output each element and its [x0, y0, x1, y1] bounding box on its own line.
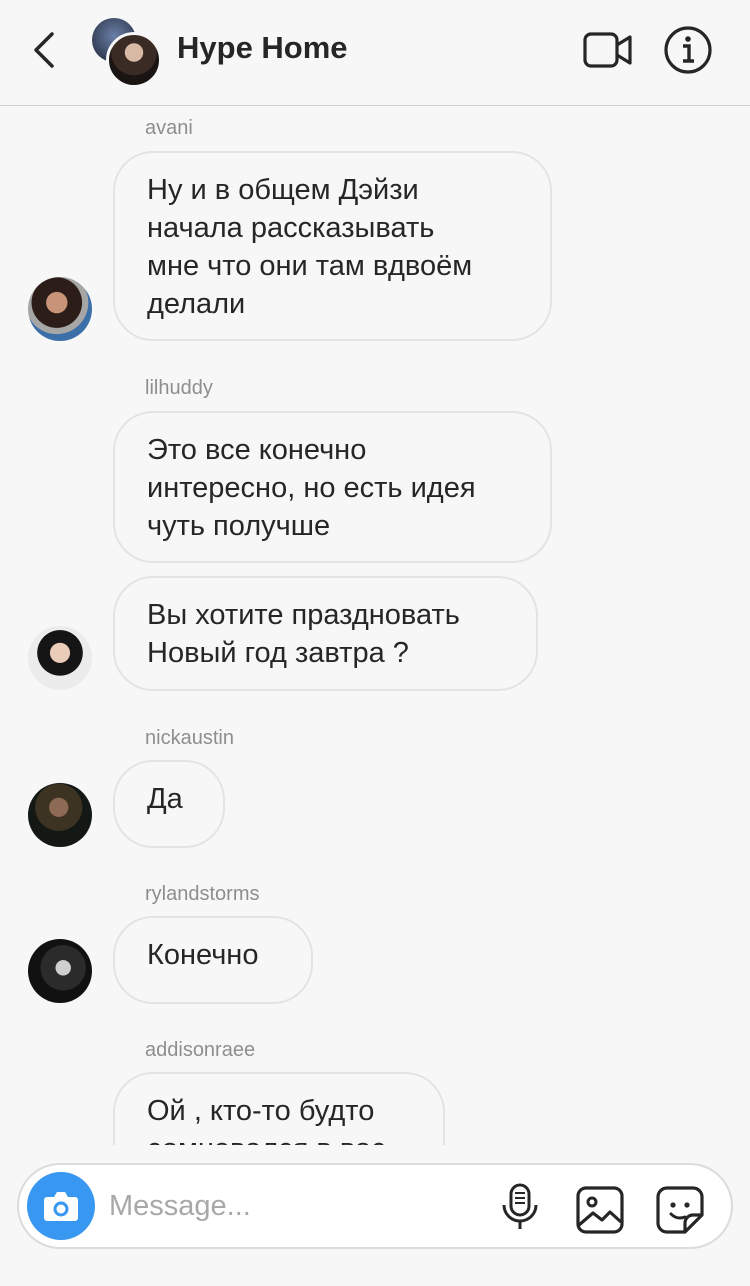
- chevron-left-icon: [34, 32, 54, 68]
- sticker-button[interactable]: [655, 1185, 705, 1235]
- message-sender: rylandstorms: [145, 883, 260, 905]
- voice-message-button[interactable]: [497, 1183, 543, 1233]
- info-icon: [664, 26, 712, 74]
- message-sender: lilhuddy: [145, 377, 213, 399]
- group-avatar[interactable]: [92, 18, 162, 88]
- video-camera-icon: [583, 32, 632, 68]
- back-button[interactable]: [26, 26, 66, 74]
- camera-button[interactable]: [27, 1172, 95, 1240]
- message-bubble[interactable]: Ну и в общем Дэйзи начала рассказывать м…: [113, 151, 552, 341]
- message-bubble[interactable]: Это все конечно интересно, но есть идея …: [113, 411, 552, 563]
- sender-avatar[interactable]: [28, 626, 92, 690]
- sender-avatar[interactable]: [28, 783, 92, 847]
- message-input[interactable]: [109, 1183, 469, 1229]
- sticker-icon: [656, 1186, 704, 1234]
- camera-icon: [44, 1192, 78, 1221]
- microphone-icon: [502, 1183, 538, 1229]
- group-avatar-front: [106, 32, 162, 88]
- message-bubble[interactable]: Ой , кто-то будто сомневался в вас: [113, 1072, 445, 1145]
- sender-avatar[interactable]: [28, 277, 92, 341]
- chat-header: Hype Home: [0, 0, 750, 106]
- message-bubble[interactable]: Да: [113, 760, 225, 848]
- image-gallery-icon: [576, 1186, 624, 1234]
- thread-title[interactable]: Hype Home: [177, 30, 348, 66]
- message-bubble[interactable]: Вы хотите праздновать Новый год завтра ?: [113, 576, 538, 691]
- message-composer: [17, 1163, 733, 1249]
- message-sender: addisonraee: [145, 1039, 256, 1061]
- gallery-button[interactable]: [575, 1185, 625, 1235]
- info-button[interactable]: [662, 24, 714, 76]
- video-call-button[interactable]: [582, 28, 634, 72]
- message-feed[interactable]: avani Ну и в общем Дэйзи начала рассказы…: [0, 107, 750, 1145]
- message-sender: nickaustin: [145, 727, 234, 749]
- sender-avatar[interactable]: [28, 939, 92, 1003]
- message-sender: avani: [145, 117, 193, 139]
- message-bubble[interactable]: Конечно: [113, 916, 313, 1004]
